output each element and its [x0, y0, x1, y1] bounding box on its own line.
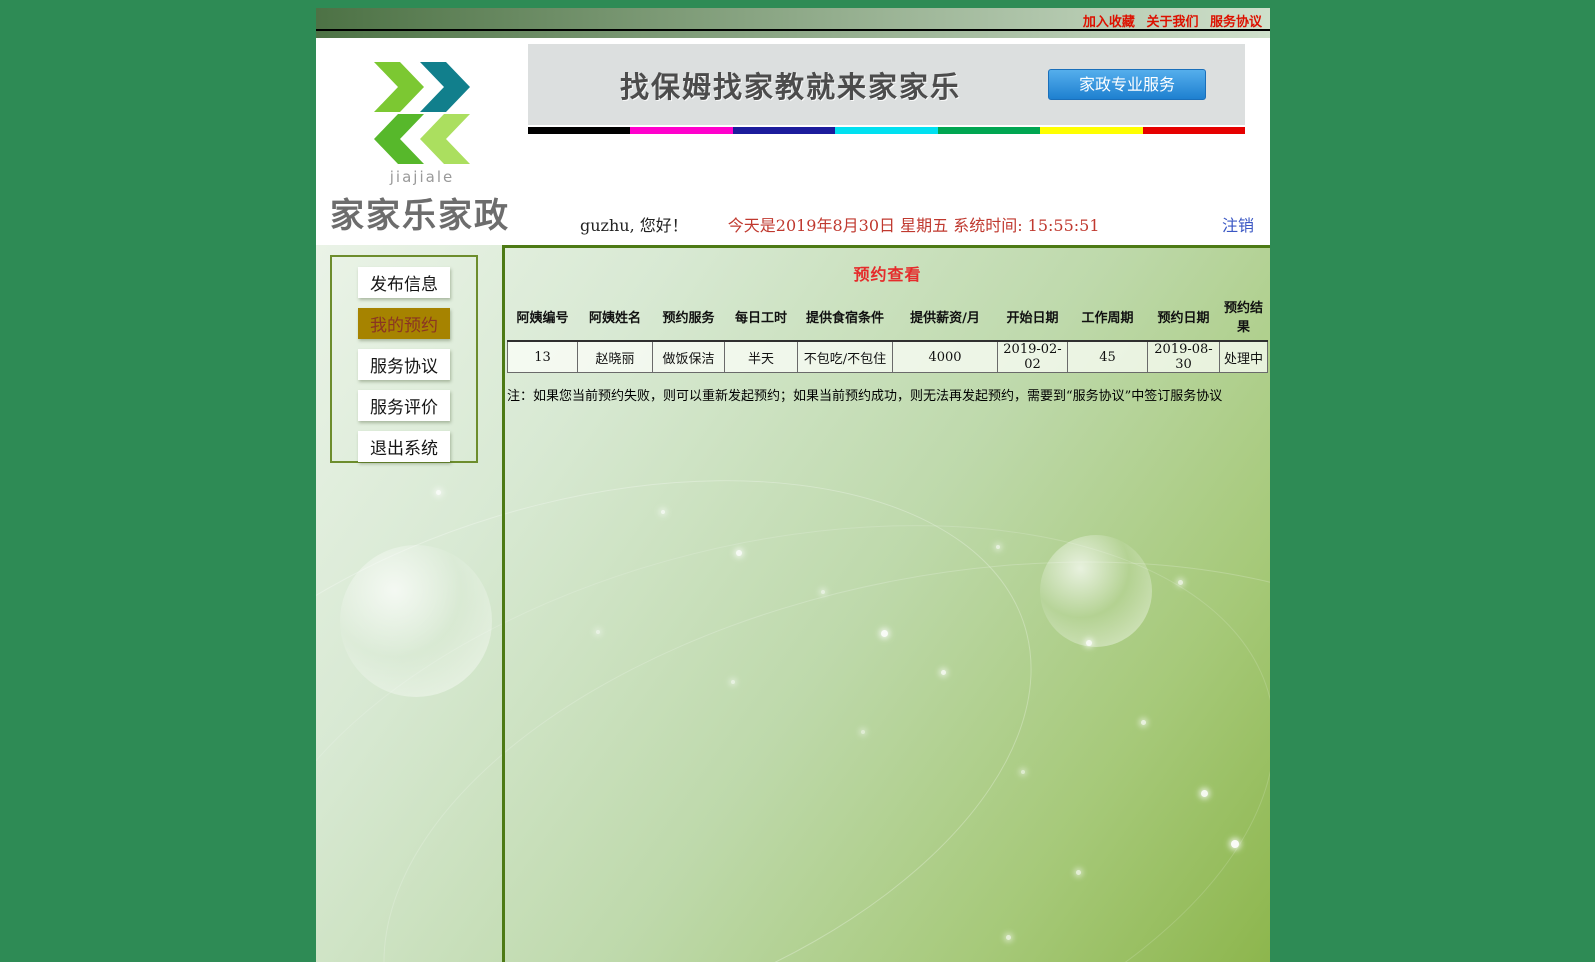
cell-booking-date: 2019-08-30	[1147, 340, 1220, 373]
stripe-magenta	[630, 127, 733, 134]
cell-start-date: 2019-02-02	[997, 340, 1068, 373]
stripe-blue	[732, 127, 836, 134]
col-booking-date: 预约日期	[1157, 310, 1210, 326]
col-daily-hours: 每日工时	[734, 310, 787, 326]
stripe-yellow	[1040, 127, 1143, 134]
color-stripes	[528, 127, 1245, 134]
chevron-right-icon	[374, 62, 424, 112]
col-start-date: 开始日期	[1006, 310, 1059, 326]
brand-name-en: jiajiale	[389, 168, 455, 186]
cell-aunt-name: 赵晓丽	[577, 340, 653, 373]
cell-board-lodging: 不包吃/不包住	[797, 340, 893, 373]
main-panel: 预约查看 阿姨编号 阿姨姓名 预约服务 每日工时 提供食宿条件 提供薪资/月 开…	[502, 245, 1270, 962]
top-bar: 加入收藏 关于我们 服务协议	[316, 8, 1270, 38]
stripe-cyan	[835, 127, 938, 134]
cell-booking-result: 处理中	[1219, 340, 1268, 373]
chevron-right-icon	[420, 62, 470, 112]
booking-note: 注：如果您当前预约失败，则可以重新发起预约；如果当前预约成功，则无法再发起预约，…	[507, 389, 1223, 404]
stripe-green	[937, 127, 1041, 134]
header: jiajiale 家家乐家政 找保姆找家教就来家家乐 家政专业服务 guzhu,…	[316, 38, 1270, 245]
top-links: 加入收藏 关于我们 服务协议	[1076, 11, 1262, 30]
top-link-about[interactable]: 关于我们	[1146, 15, 1198, 30]
logo-chevrons-icon	[374, 62, 470, 166]
professional-service-button[interactable]: 家政专业服务	[1048, 69, 1206, 100]
chevron-left-icon	[374, 114, 424, 164]
sidebar-item-service-agreement[interactable]: 服务协议	[358, 349, 450, 380]
chevron-left-icon	[420, 114, 470, 164]
content-area: 发布信息 我的预约 服务协议 服务评价 退出系统 预约查看 阿姨编号 阿姨姓名 …	[316, 245, 1270, 962]
greeting-user: guzhu, 您好！	[580, 216, 688, 235]
cell-service: 做饭保洁	[652, 340, 725, 373]
booking-table: 阿姨编号 阿姨姓名 预约服务 每日工时 提供食宿条件 提供薪资/月 开始日期 工…	[507, 294, 1268, 373]
table-header-row: 阿姨编号 阿姨姓名 预约服务 每日工时 提供食宿条件 提供薪资/月 开始日期 工…	[508, 294, 1268, 341]
top-link-agreement[interactable]: 服务协议	[1210, 15, 1262, 30]
sidebar-item-service-rating[interactable]: 服务评价	[358, 390, 450, 421]
banner-slogan: 找保姆找家教就来家家乐	[620, 69, 962, 104]
page-title: 预约查看	[853, 265, 922, 284]
sidebar-item-my-bookings[interactable]: 我的预约	[358, 308, 450, 339]
logo: jiajiale 家家乐家政	[316, 38, 528, 245]
col-aunt-name: 阿姨姓名	[588, 310, 641, 326]
cell-work-period: 45	[1067, 340, 1148, 373]
col-aunt-id: 阿姨编号	[516, 310, 569, 326]
col-board-lodging: 提供食宿条件	[805, 310, 884, 326]
system-date-time: 今天是2019年8月30日 星期五 系统时间: 15:55:51	[727, 216, 1100, 235]
col-booking-result: 预约结果	[1223, 301, 1263, 335]
stripe-red	[1142, 127, 1245, 134]
sidebar-item-exit-system[interactable]: 退出系统	[358, 431, 450, 462]
sidebar-item-publish-info[interactable]: 发布信息	[358, 267, 450, 298]
greeting-row: guzhu, 您好！ 今天是2019年8月30日 星期五 系统时间: 15:55…	[528, 211, 1270, 237]
col-salary: 提供薪资/月	[910, 310, 980, 326]
table-row: 13 赵晓丽 做饭保洁 半天 不包吃/不包住 4000 2019-02-02 4…	[507, 340, 1268, 373]
cell-aunt-id: 13	[507, 340, 578, 373]
cell-daily-hours: 半天	[724, 340, 798, 373]
sidebar: 发布信息 我的预约 服务协议 服务评价 退出系统	[316, 245, 502, 962]
page-wrapper: 加入收藏 关于我们 服务协议 jiajiale 家家乐家政 找保姆找家教就来家家…	[316, 8, 1270, 962]
brand-name-cn: 家家乐家政	[330, 196, 510, 236]
col-service: 预约服务	[662, 310, 715, 326]
logout-link[interactable]: 注销	[1222, 212, 1254, 236]
sidebar-menu: 发布信息 我的预约 服务协议 服务评价 退出系统	[330, 255, 478, 463]
stripe-black	[528, 127, 631, 134]
top-link-favorite[interactable]: 加入收藏	[1083, 15, 1135, 30]
col-work-period: 工作周期	[1081, 310, 1134, 326]
promo-banner: 找保姆找家教就来家家乐 家政专业服务	[528, 44, 1245, 125]
cell-salary: 4000	[892, 340, 998, 373]
